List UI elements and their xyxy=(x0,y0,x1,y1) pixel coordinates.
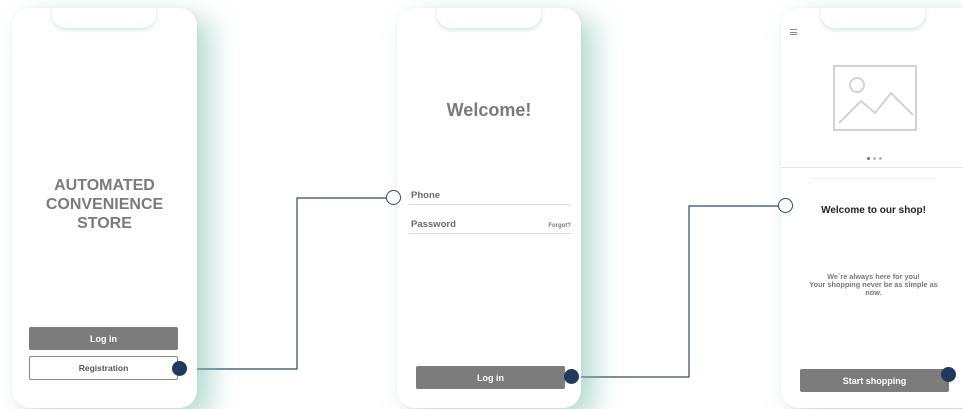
carousel-dot-active[interactable] xyxy=(867,157,870,160)
login-submit-button[interactable]: Log in xyxy=(416,366,565,389)
registration-button[interactable]: Registration xyxy=(29,356,178,380)
app-title: AUTOMATED CONVENIENCE STORE xyxy=(12,176,197,233)
forgot-password-link[interactable]: Forgot? xyxy=(548,223,571,229)
carousel-dot[interactable] xyxy=(879,157,882,160)
app-title-line-3: STORE xyxy=(77,215,132,232)
image-placeholder-icon xyxy=(833,65,917,131)
hamburger-menu-icon[interactable] xyxy=(790,29,797,35)
phone-notch xyxy=(821,8,925,28)
connector-start-node xyxy=(172,361,187,376)
phone-field[interactable]: Phone xyxy=(409,188,571,205)
section-divider xyxy=(811,178,936,179)
connector-login-to-shop xyxy=(578,205,778,378)
welcome-title: Welcome! xyxy=(446,100,532,120)
shop-welcome-heading: Welcome to our shop! xyxy=(821,205,926,216)
connector-start-node xyxy=(564,369,579,384)
connector-end-node xyxy=(778,198,793,213)
screen-shop-welcome: Welcome to our shop! We`re always here f… xyxy=(781,8,963,408)
screen-start: AUTOMATED CONVENIENCE STORE Log in Regis… xyxy=(12,8,197,408)
password-label: Password xyxy=(411,219,456,230)
password-field[interactable]: Password Forgot? xyxy=(409,217,571,234)
start-shopping-button[interactable]: Start shopping xyxy=(800,369,949,392)
carousel-dots[interactable] xyxy=(867,157,882,160)
phone-notch xyxy=(437,8,541,28)
phone-notch xyxy=(52,8,156,28)
app-title-line-1: AUTOMATED xyxy=(54,177,155,194)
connector-registration-to-login xyxy=(186,197,388,370)
section-divider xyxy=(781,167,963,168)
screen-login: Welcome! Phone Password Forgot? Log in xyxy=(397,8,581,408)
shop-welcome-message: We`re always here for you! Your shopping… xyxy=(781,273,963,297)
connector-end-node xyxy=(386,190,401,205)
app-title-line-2: CONVENIENCE xyxy=(45,196,164,213)
phone-label: Phone xyxy=(411,190,441,201)
carousel-dot[interactable] xyxy=(873,157,876,160)
button-tap-node xyxy=(941,367,956,382)
message-line-3: now. xyxy=(865,288,882,297)
login-button[interactable]: Log in xyxy=(29,327,178,350)
